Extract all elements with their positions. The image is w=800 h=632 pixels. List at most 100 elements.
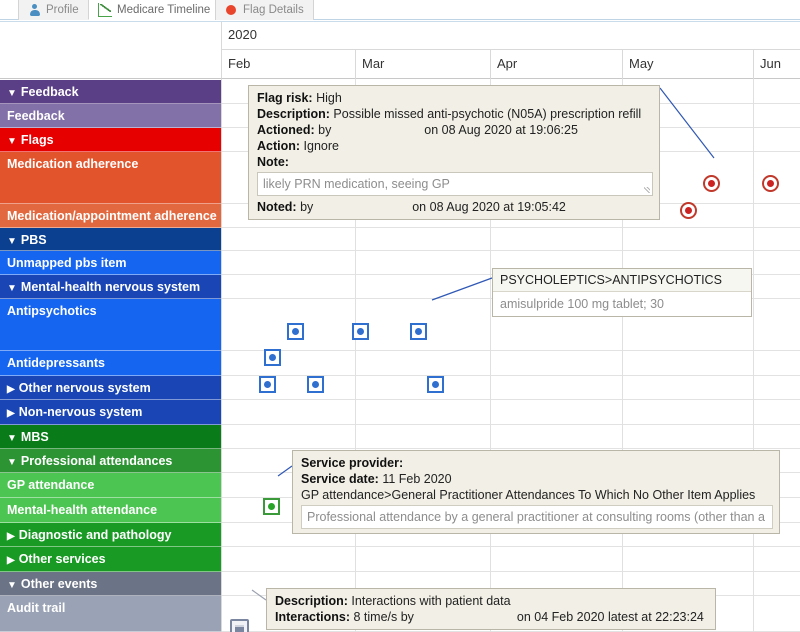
flag-marker-2[interactable] (762, 175, 779, 192)
tab-flag-details[interactable]: Flag Details (215, 0, 314, 20)
sidebar-item-medication-appointment-adherence[interactable]: Medication/appointment adherence (0, 204, 221, 228)
antipsychotic-marker-3[interactable] (410, 323, 427, 340)
chevron-down-icon[interactable]: ▼ (7, 89, 17, 99)
flag-description-label: Description: (257, 107, 330, 121)
chevron-down-icon[interactable]: ▼ (7, 434, 17, 444)
chevron-down-icon[interactable]: ▼ (7, 237, 17, 247)
antidepressant-marker-1[interactable] (259, 376, 276, 393)
tab-medicare-timeline[interactable]: Medicare Timeline (88, 0, 221, 20)
tab-flag-details-label: Flag Details (243, 4, 304, 16)
medicare-timeline-app: Profile Medicare Timeline Flag Details 2… (0, 0, 800, 632)
flag-marker-3[interactable] (680, 202, 697, 219)
lane-row (222, 400, 800, 425)
sidebar-item-other-events[interactable]: ▼ Other events (0, 572, 221, 596)
tab-medicare-timeline-label: Medicare Timeline (117, 3, 211, 16)
audit-description-line: Description: Interactions with patient d… (275, 593, 709, 609)
flag-risk-label: Flag risk: (257, 91, 313, 105)
audit-tooltip: Description: Interactions with patient d… (266, 588, 716, 630)
sidebar-item-label: Mental-health attendance (7, 503, 158, 517)
chevron-right-icon[interactable]: ▶ (7, 532, 15, 542)
gp-attendance-tooltip: Service provider: Service date: 11 Feb 2… (292, 450, 780, 534)
sidebar-item-medication-adherence[interactable]: Medication adherence (0, 152, 221, 204)
sidebar-item-label: Antipsychotics (7, 304, 97, 318)
chevron-down-icon[interactable]: ▼ (7, 284, 17, 294)
flag-description-value: Possible missed anti-psychotic (N05A) pr… (333, 107, 642, 121)
chevron-down-icon[interactable]: ▼ (7, 581, 17, 591)
sidebar-item-feedback[interactable]: Feedback (0, 104, 221, 128)
flag-noted-line: Noted: by on 08 Aug 2020 at 19:05:42 (257, 199, 653, 215)
flag-action-label: Action: (257, 139, 301, 153)
tab-profile-label: Profile (46, 4, 79, 16)
antipsychotic-marker-1[interactable] (287, 323, 304, 340)
antidepressant-marker-2[interactable] (307, 376, 324, 393)
sidebar-item-mental-health-attendance[interactable]: Mental-health attendance (0, 498, 221, 523)
chevron-down-icon[interactable]: ▼ (7, 458, 17, 468)
chevron-right-icon[interactable]: ▶ (7, 385, 15, 395)
sidebar-item-unmapped-pbs-item[interactable]: Unmapped pbs item (0, 251, 221, 275)
sidebar-item-diagnostic-and-pathology[interactable]: ▶ Diagnostic and pathology (0, 523, 221, 547)
sidebar-item-antidepressants[interactable]: Antidepressants (0, 351, 221, 376)
sidebar-item-label: Other services (18, 552, 106, 566)
flag-actioned-when: on 08 Aug 2020 at 19:06:25 (424, 123, 578, 137)
audit-description-value: Interactions with patient data (351, 594, 511, 608)
timeline-month-header: Feb Mar Apr May Jun (222, 50, 800, 79)
month-gridline (753, 79, 754, 632)
antipsychotic-marker-4[interactable] (264, 349, 281, 366)
sidebar-item-label: Other nervous system (18, 381, 151, 395)
flag-action-value: Ignore (303, 139, 339, 153)
sidebar-item-mental-health-nervous-system[interactable]: ▼ Mental-health nervous system (0, 275, 221, 299)
gp-description: Professional attendance by a general pra… (301, 505, 773, 529)
sidebar-item-flags[interactable]: ▼ Flags (0, 128, 221, 152)
flag-noted-by: by (300, 200, 314, 214)
gp-date-line: Service date: 11 Feb 2020 (301, 471, 773, 487)
gp-provider-line: Service provider: (301, 455, 773, 471)
flag-note-line: Note: (257, 154, 653, 170)
tab-bar: Profile Medicare Timeline Flag Details (0, 0, 800, 20)
sidebar-item-gp-attendance[interactable]: GP attendance (0, 473, 221, 498)
month-header-apr: Apr (490, 50, 622, 79)
sidebar-item-label: Feedback (20, 85, 79, 99)
sidebar-item-audit-trail[interactable]: Audit trail (0, 596, 221, 632)
sidebar-item-label: Other events (20, 577, 98, 591)
flag-marker-1[interactable] (703, 175, 720, 192)
month-header-mar: Mar (355, 50, 490, 79)
sidebar-item-label: MBS (20, 430, 49, 444)
lane-row (222, 228, 800, 251)
sidebar-item-label: Medication/appointment adherence (7, 209, 217, 223)
tab-profile[interactable]: Profile (18, 0, 89, 20)
timeline-year-label: 2020 (222, 22, 800, 50)
audit-interactions-line: Interactions: 8 time/s by on 04 Feb 2020… (275, 609, 709, 625)
flag-noted-when: on 08 Aug 2020 at 19:05:42 (412, 200, 566, 214)
antipsychotic-marker-2[interactable] (352, 323, 369, 340)
flag-note-label: Note: (257, 155, 289, 169)
sidebar-item-other-nervous-system[interactable]: ▶ Other nervous system (0, 376, 221, 400)
flag-description-line: Description: Possible missed anti-psycho… (257, 106, 653, 122)
sidebar-item-label: Audit trail (7, 601, 66, 615)
sidebar-item-feedback[interactable]: ▼ Feedback (0, 80, 221, 104)
flag-tooltip: Flag risk: High Description: Possible mi… (248, 85, 660, 220)
gp-attendance-marker-1[interactable] (263, 498, 280, 515)
sidebar-item-other-services[interactable]: ▶ Other services (0, 547, 221, 572)
sidebar-item-non-nervous-system[interactable]: ▶ Non-nervous system (0, 400, 221, 425)
audit-interactions-label: Interactions: (275, 610, 351, 624)
antipsychotic-tooltip: PSYCHOLEPTICS>ANTIPSYCHOTICS amisulpride… (492, 268, 752, 317)
sidebar-item-pbs[interactable]: ▼ PBS (0, 228, 221, 251)
chevron-right-icon[interactable]: ▶ (7, 409, 15, 419)
flag-risk-value: High (316, 91, 342, 105)
gp-date-label: Service date: (301, 472, 379, 486)
audit-interactions-value: 8 time/s by (353, 610, 414, 624)
line-chart-icon (98, 2, 112, 17)
sidebar-item-antipsychotics[interactable]: Antipsychotics (0, 299, 221, 351)
lane-row (222, 547, 800, 572)
sidebar-item-professional-attendances[interactable]: ▼ Professional attendances (0, 449, 221, 473)
chevron-down-icon[interactable]: ▼ (7, 137, 17, 147)
audit-trail-marker-1[interactable] (230, 619, 249, 632)
sidebar-item-label: GP attendance (7, 478, 95, 492)
chevron-right-icon[interactable]: ▶ (7, 556, 15, 566)
flag-note-field[interactable]: likely PRN medication, seeing GP (257, 172, 653, 196)
flag-action-line: Action: Ignore (257, 138, 653, 154)
audit-interactions-when: on 04 Feb 2020 latest at 22:23:24 (516, 610, 704, 624)
sidebar-item-mbs[interactable]: ▼ MBS (0, 425, 221, 449)
lane-row (222, 351, 800, 376)
antidepressant-marker-3[interactable] (427, 376, 444, 393)
